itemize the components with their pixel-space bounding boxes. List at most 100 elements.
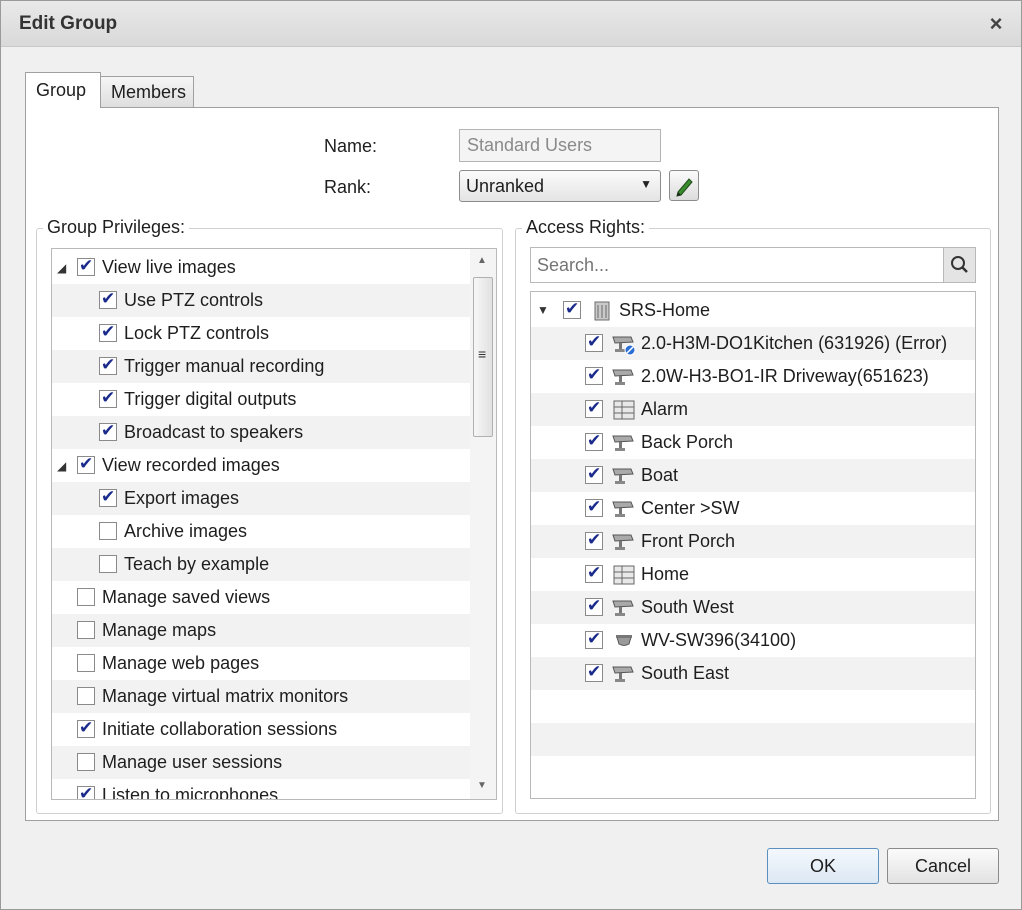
privilege-row[interactable]: Export images [52, 482, 472, 515]
privilege-checkbox[interactable] [99, 487, 117, 507]
device-icon-wrapper [611, 365, 637, 394]
pencil-icon [676, 178, 693, 197]
access-item-label: 2.0W-H3-BO1-IR Driveway(651623) [641, 366, 929, 386]
privilege-row[interactable]: Manage virtual matrix monitors [52, 680, 472, 713]
rank-value: Unranked [466, 176, 545, 196]
access-checkbox[interactable] [585, 332, 603, 352]
tree-item-row[interactable]: Back Porch [531, 426, 975, 459]
ok-button[interactable]: OK [767, 848, 879, 884]
tree-item-row[interactable]: Home [531, 558, 975, 591]
privilege-checkbox[interactable] [77, 256, 95, 276]
privilege-checkbox[interactable] [77, 454, 95, 474]
tree-item-row[interactable]: 2.0-H3M-DO1Kitchen (631926) (Error) [531, 327, 975, 360]
privilege-row[interactable]: Broadcast to speakers [52, 416, 472, 449]
tree-root-row[interactable]: ▼ SRS-Home [531, 294, 975, 327]
search-input[interactable] [530, 247, 944, 283]
privilege-row[interactable]: Archive images [52, 515, 472, 548]
privilege-checkbox[interactable] [99, 555, 117, 573]
rank-label: Rank: [324, 177, 372, 197]
privilege-checkbox[interactable] [99, 421, 117, 441]
privilege-label: Teach by example [124, 554, 270, 574]
privilege-checkbox[interactable] [99, 388, 117, 408]
tree-item-row[interactable]: South West [531, 591, 975, 624]
edit-rank-button[interactable] [669, 170, 699, 201]
collapse-arrow-icon[interactable]: ▼ [537, 303, 549, 317]
tree-item-row[interactable]: Center >SW [531, 492, 975, 525]
privilege-checkbox[interactable] [77, 718, 95, 738]
access-rights-legend: Access Rights: [522, 217, 650, 238]
access-checkbox[interactable] [585, 596, 603, 616]
rank-dropdown[interactable]: Unranked ▼ [459, 170, 661, 202]
privilege-row[interactable]: Manage maps [52, 614, 472, 647]
access-checkbox[interactable] [585, 563, 603, 583]
privilege-checkbox[interactable] [77, 687, 95, 705]
privilege-row[interactable]: Teach by example [52, 548, 472, 581]
privilege-label: Export images [124, 488, 240, 508]
privilege-checkbox[interactable] [77, 753, 95, 771]
scroll-up-icon[interactable]: ▲ [477, 255, 487, 266]
cancel-button[interactable]: Cancel [887, 848, 999, 884]
privilege-checkbox[interactable] [77, 621, 95, 639]
tree-item-row[interactable]: Boat [531, 459, 975, 492]
tree-item-row[interactable]: South East [531, 657, 975, 690]
tab-group[interactable]: Group [25, 72, 101, 108]
privilege-label: Lock PTZ controls [124, 323, 270, 343]
scroll-down-icon[interactable]: ▼ [477, 780, 487, 791]
privilege-checkbox[interactable] [99, 322, 117, 342]
privileges-scrollbar[interactable]: ▲ ≡ ▼ [470, 249, 496, 799]
collapse-arrow-icon[interactable]: ◢ [57, 459, 66, 473]
privilege-row[interactable]: ◢ View live images [52, 251, 472, 284]
privilege-row[interactable]: Manage saved views [52, 581, 472, 614]
search-button[interactable] [943, 247, 976, 283]
privilege-label: Manage saved views [102, 587, 271, 607]
search-icon [951, 256, 968, 273]
tree-item-row[interactable]: Front Porch [531, 525, 975, 558]
device-icon-wrapper [611, 662, 637, 691]
privilege-checkbox[interactable] [77, 784, 95, 799]
name-field[interactable] [459, 129, 661, 162]
privilege-checkbox[interactable] [99, 522, 117, 540]
privilege-row[interactable]: Trigger manual recording [52, 350, 472, 383]
privilege-row[interactable]: Manage user sessions [52, 746, 472, 779]
privileges-list: Listen to microphones Manage user session… [51, 248, 497, 800]
privilege-label: Manage virtual matrix monitors [102, 686, 349, 706]
dome-camera-icon [616, 635, 632, 646]
name-label: Name: [324, 136, 378, 156]
access-checkbox[interactable] [585, 398, 603, 418]
access-checkbox[interactable] [585, 365, 603, 385]
privilege-checkbox[interactable] [77, 654, 95, 672]
privilege-row[interactable]: Initiate collaboration sessions [52, 713, 472, 746]
privilege-label: Listen to microphones [102, 785, 279, 800]
access-item-label: Center >SW [641, 498, 740, 518]
privilege-row[interactable]: Lock PTZ controls [52, 317, 472, 350]
close-icon[interactable]: × [985, 13, 1007, 35]
access-checkbox[interactable] [585, 497, 603, 517]
privilege-row[interactable]: Use PTZ controls [52, 284, 472, 317]
tab-members[interactable]: Members [100, 76, 194, 107]
chevron-down-icon: ▼ [640, 177, 652, 191]
privilege-checkbox[interactable] [99, 289, 117, 309]
scroll-thumb[interactable]: ≡ [473, 277, 493, 437]
privilege-checkbox[interactable] [99, 355, 117, 375]
privilege-row[interactable]: Listen to microphones [52, 779, 472, 800]
device-icon-wrapper [611, 497, 637, 526]
access-checkbox[interactable] [585, 431, 603, 451]
privilege-row[interactable]: Trigger digital outputs [52, 383, 472, 416]
camera-icon [612, 369, 634, 385]
access-checkbox[interactable] [585, 530, 603, 550]
privilege-checkbox[interactable] [77, 588, 95, 606]
privilege-label: Manage maps [102, 620, 217, 640]
collapse-arrow-icon[interactable]: ◢ [57, 261, 66, 275]
privilege-row[interactable]: ◢ View recorded images [52, 449, 472, 482]
device-icon-wrapper [611, 464, 637, 493]
access-checkbox[interactable] [585, 464, 603, 484]
access-checkbox[interactable] [585, 662, 603, 682]
tree-item-row[interactable]: 2.0W-H3-BO1-IR Driveway(651623) [531, 360, 975, 393]
access-item-label: Home [641, 564, 690, 584]
privilege-row[interactable]: Manage web pages [52, 647, 472, 680]
tree-item-row[interactable]: WV-SW396(34100) [531, 624, 975, 657]
access-checkbox[interactable] [585, 629, 603, 649]
access-checkbox[interactable] [563, 299, 581, 319]
tree-item-row[interactable]: Alarm [531, 393, 975, 426]
view-grid-icon [613, 565, 635, 585]
